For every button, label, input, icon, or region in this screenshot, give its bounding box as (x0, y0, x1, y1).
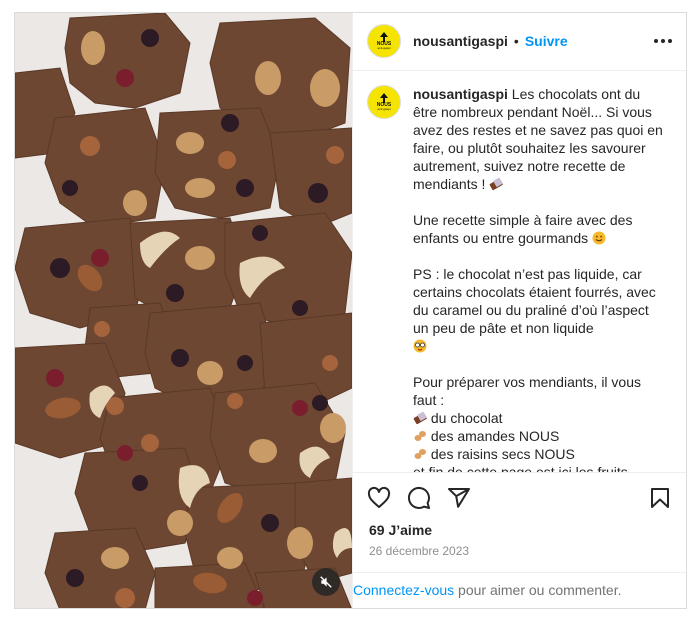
action-bar (353, 471, 686, 518)
ingredient-item: du chocolat (430, 409, 503, 426)
ingredient-item: et fin de cette page est ici les fruits (413, 463, 628, 472)
caption-paragraph-3: PS : le chocolat n’est pas liquide, car … (413, 265, 660, 336)
bookmark-icon[interactable] (648, 486, 672, 510)
mute-button[interactable] (312, 568, 340, 596)
caption-username[interactable]: nousantigaspi (413, 86, 508, 102)
chocolate-emoji-icon (489, 177, 504, 190)
chocolate-emoji-icon (413, 411, 427, 424)
caption-text: nousantigaspi Les chocolats ont du être … (413, 85, 668, 472)
username[interactable]: nousantigaspi (413, 33, 508, 49)
post-date[interactable]: 26 décembre 2023 (353, 538, 686, 572)
avatar[interactable]: NOUS anti-gaspi (367, 24, 401, 59)
nerd-face-emoji-icon (413, 339, 427, 353)
avatar-subtext: anti-gaspi (377, 106, 391, 111)
ingredient-item: des amandes NOUS (430, 427, 560, 444)
share-icon[interactable] (447, 486, 471, 510)
separator-dot: • (513, 33, 519, 50)
post-media[interactable] (15, 13, 352, 608)
login-prompt: Connectez-vous pour aimer ou commenter. (353, 571, 686, 608)
instagram-post: NOUS anti-gaspi nousantigaspi • Suivre N… (14, 12, 687, 609)
mendiants-photo (15, 13, 352, 608)
login-prompt-text: pour aimer ou commenter. (454, 582, 622, 599)
login-link[interactable]: Connectez-vous (353, 582, 454, 598)
smiling-face-emoji-icon (592, 231, 606, 245)
ingredient-item: des raisins secs NOUS (430, 445, 575, 462)
post-header: NOUS anti-gaspi nousantigaspi • Suivre (353, 13, 686, 71)
post-sidebar: NOUS anti-gaspi nousantigaspi • Suivre N… (352, 13, 686, 608)
more-icon[interactable] (654, 39, 672, 44)
peanut-emoji-icon (414, 448, 426, 459)
caption-avatar[interactable]: NOUS anti-gaspi (367, 84, 401, 119)
caption-section: NOUS anti-gaspi nousantigaspi Les chocol… (353, 71, 686, 472)
mute-icon (320, 576, 332, 588)
comment-icon[interactable] (407, 486, 431, 510)
heart-icon[interactable] (367, 486, 391, 510)
follow-button[interactable]: Suivre (525, 33, 568, 49)
avatar-subtext: anti-gaspi (377, 46, 391, 51)
caption-paragraph-4: Pour préparer vos mendiants, il vous fau… (413, 373, 645, 408)
likes-count[interactable]: 69 J’aime (353, 518, 686, 538)
peanut-emoji-icon (414, 430, 426, 441)
